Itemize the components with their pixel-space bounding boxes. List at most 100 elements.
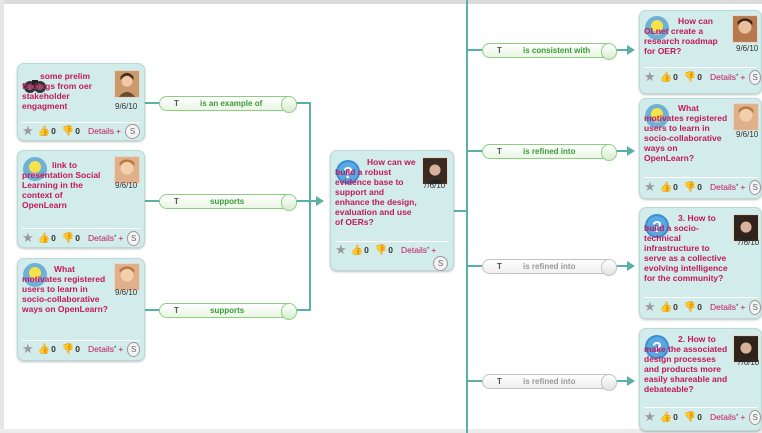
thumbs-up-icon[interactable]: 👍 xyxy=(660,412,672,423)
s-icon[interactable]: S xyxy=(127,230,140,246)
details-link[interactable]: Details xyxy=(401,245,427,255)
thumbs-up-icon[interactable]: 👍 xyxy=(38,126,50,137)
like-count: 0 xyxy=(673,302,678,312)
node-date: 9/6/10 xyxy=(115,288,138,297)
arrow-to-motivates xyxy=(627,146,635,156)
dislike-count: 0 xyxy=(75,344,81,354)
star-icon[interactable]: ★ xyxy=(644,299,656,315)
node-title[interactable]: some prelim findings from oer stakeholde… xyxy=(22,71,108,111)
star-icon[interactable]: ★ xyxy=(22,341,34,357)
relation-label: is consistent with xyxy=(523,46,591,55)
arrow-to-center xyxy=(316,196,324,206)
thumbs-down-icon[interactable]: 👎 xyxy=(684,72,696,83)
details-link[interactable]: Details xyxy=(88,126,114,136)
relation-is-refined-into[interactable]: T is refined into xyxy=(482,144,617,161)
details-link[interactable]: Details xyxy=(88,344,114,354)
relation-is-refined-into[interactable]: T is refined into xyxy=(482,259,617,276)
thumbs-up-icon[interactable]: 👍 xyxy=(660,302,672,313)
thumbs-up-icon[interactable]: 👍 xyxy=(38,344,50,355)
thumbs-down-icon[interactable]: 👎 xyxy=(684,412,696,423)
relation-is-consistent-with[interactable]: T is consistent with xyxy=(482,43,617,60)
details-link[interactable]: Details xyxy=(710,412,736,422)
thumbs-down-icon[interactable]: 👎 xyxy=(375,245,387,256)
expand-plus[interactable]: + xyxy=(431,245,436,255)
thumbs-up-icon[interactable]: 👍 xyxy=(351,245,363,256)
s-icon[interactable]: S xyxy=(433,256,448,271)
star-icon[interactable]: ★ xyxy=(22,230,34,246)
relation-end-cap xyxy=(281,303,297,320)
details-link[interactable]: Details xyxy=(710,72,736,82)
node-divider xyxy=(644,67,757,68)
s-icon[interactable]: S xyxy=(749,299,761,315)
arrow-to-design xyxy=(627,376,635,386)
relation-supports[interactable]: T supports xyxy=(159,194,297,211)
thumbs-down-icon[interactable]: 👎 xyxy=(684,182,696,193)
node-socio-technical-infrastructure[interactable]: ? 3. How to build a socio-technical infr… xyxy=(639,207,762,319)
like-count: 0 xyxy=(673,182,678,192)
left-border xyxy=(0,0,4,433)
dislike-count: 0 xyxy=(697,412,703,422)
avatar xyxy=(732,15,758,43)
node-olnet-roadmap[interactable]: How can OLnet create a research roadmap … xyxy=(639,10,762,94)
node-title[interactable]: link to presentation Social Learning in … xyxy=(22,160,108,210)
details-link[interactable]: Details xyxy=(710,302,736,312)
node-center-question[interactable]: ? How can we build a robust evidence bas… xyxy=(330,150,454,271)
node-prelim-findings[interactable]: some prelim findings from oer stakeholde… xyxy=(17,63,145,141)
node-action-bar: ★ 👍 0 👎 0 Details * + xyxy=(335,242,436,258)
expand-plus[interactable]: + xyxy=(740,302,745,312)
relation-end-cap xyxy=(601,259,617,276)
thumbs-down-icon[interactable]: 👎 xyxy=(62,126,74,137)
node-title[interactable]: 2. How to make the associated design pro… xyxy=(644,334,732,394)
expand-plus[interactable]: + xyxy=(118,344,123,354)
node-action-bar: ★ 👍 0 👎 0 Details * + S xyxy=(644,179,761,195)
relation-is-refined-into[interactable]: T is refined into xyxy=(482,374,617,391)
relation-is-an-example-of[interactable]: T is an example of xyxy=(159,96,297,113)
node-title[interactable]: How can OLnet create a research roadmap … xyxy=(644,16,726,56)
node-date: 7/6/10 xyxy=(737,238,760,247)
node-title[interactable]: What motivates registered users to learn… xyxy=(644,103,728,163)
star-icon[interactable]: ★ xyxy=(335,242,347,258)
details-link[interactable]: Details xyxy=(710,182,736,192)
node-design-processes[interactable]: ? 2. How to make the associated design p… xyxy=(639,328,762,431)
s-icon[interactable]: S xyxy=(749,179,761,195)
node-date: 7/6/10 xyxy=(737,358,760,367)
node-action-bar: ★ 👍 0 👎 0 Details * + S xyxy=(22,341,140,357)
node-what-motivates-left[interactable]: What motivates registered users to learn… xyxy=(17,258,145,361)
node-title[interactable]: What motivates registered users to learn… xyxy=(22,264,108,314)
expand-plus[interactable]: + xyxy=(740,72,745,82)
thumbs-up-icon[interactable]: 👍 xyxy=(660,72,672,83)
s-icon[interactable]: S xyxy=(749,69,761,85)
star-icon[interactable]: ★ xyxy=(644,179,656,195)
node-what-motivates-right[interactable]: What motivates registered users to learn… xyxy=(639,98,762,199)
node-title[interactable]: 3. How to build a socio-technical infras… xyxy=(644,213,732,283)
details-asterisk: * xyxy=(736,414,739,420)
node-date: 9/6/10 xyxy=(115,181,138,190)
expand-plus[interactable]: + xyxy=(118,233,123,243)
dislike-count: 0 xyxy=(75,233,81,243)
thumbs-up-icon[interactable]: 👍 xyxy=(660,182,672,193)
relation-label: supports xyxy=(210,306,245,315)
star-icon[interactable]: ★ xyxy=(644,409,656,425)
node-link-presentation[interactable]: link to presentation Social Learning in … xyxy=(17,150,145,248)
star-icon[interactable]: ★ xyxy=(644,69,656,85)
s-icon[interactable]: S xyxy=(127,341,140,357)
expand-plus[interactable]: + xyxy=(740,412,745,422)
s-icon[interactable]: S xyxy=(749,409,761,425)
expand-plus[interactable]: + xyxy=(116,126,121,136)
expand-plus[interactable]: + xyxy=(740,182,745,192)
dislike-count: 0 xyxy=(697,72,703,82)
relation-type-letter: T xyxy=(497,147,502,156)
node-title[interactable]: How can we build a robust evidence base … xyxy=(335,157,419,227)
node-divider xyxy=(22,228,140,229)
thumbs-up-icon[interactable]: 👍 xyxy=(38,233,50,244)
star-icon[interactable]: ★ xyxy=(22,123,34,139)
details-link[interactable]: Details xyxy=(88,233,114,243)
arrow-to-roadmap xyxy=(627,45,635,55)
thumbs-down-icon[interactable]: 👎 xyxy=(62,233,74,244)
relation-supports[interactable]: T supports xyxy=(159,303,297,320)
thumbs-down-icon[interactable]: 👎 xyxy=(684,302,696,313)
details-asterisk: * xyxy=(427,247,430,253)
s-icon[interactable]: S xyxy=(124,123,140,139)
relation-end-cap xyxy=(601,374,617,391)
thumbs-down-icon[interactable]: 👎 xyxy=(62,344,74,355)
